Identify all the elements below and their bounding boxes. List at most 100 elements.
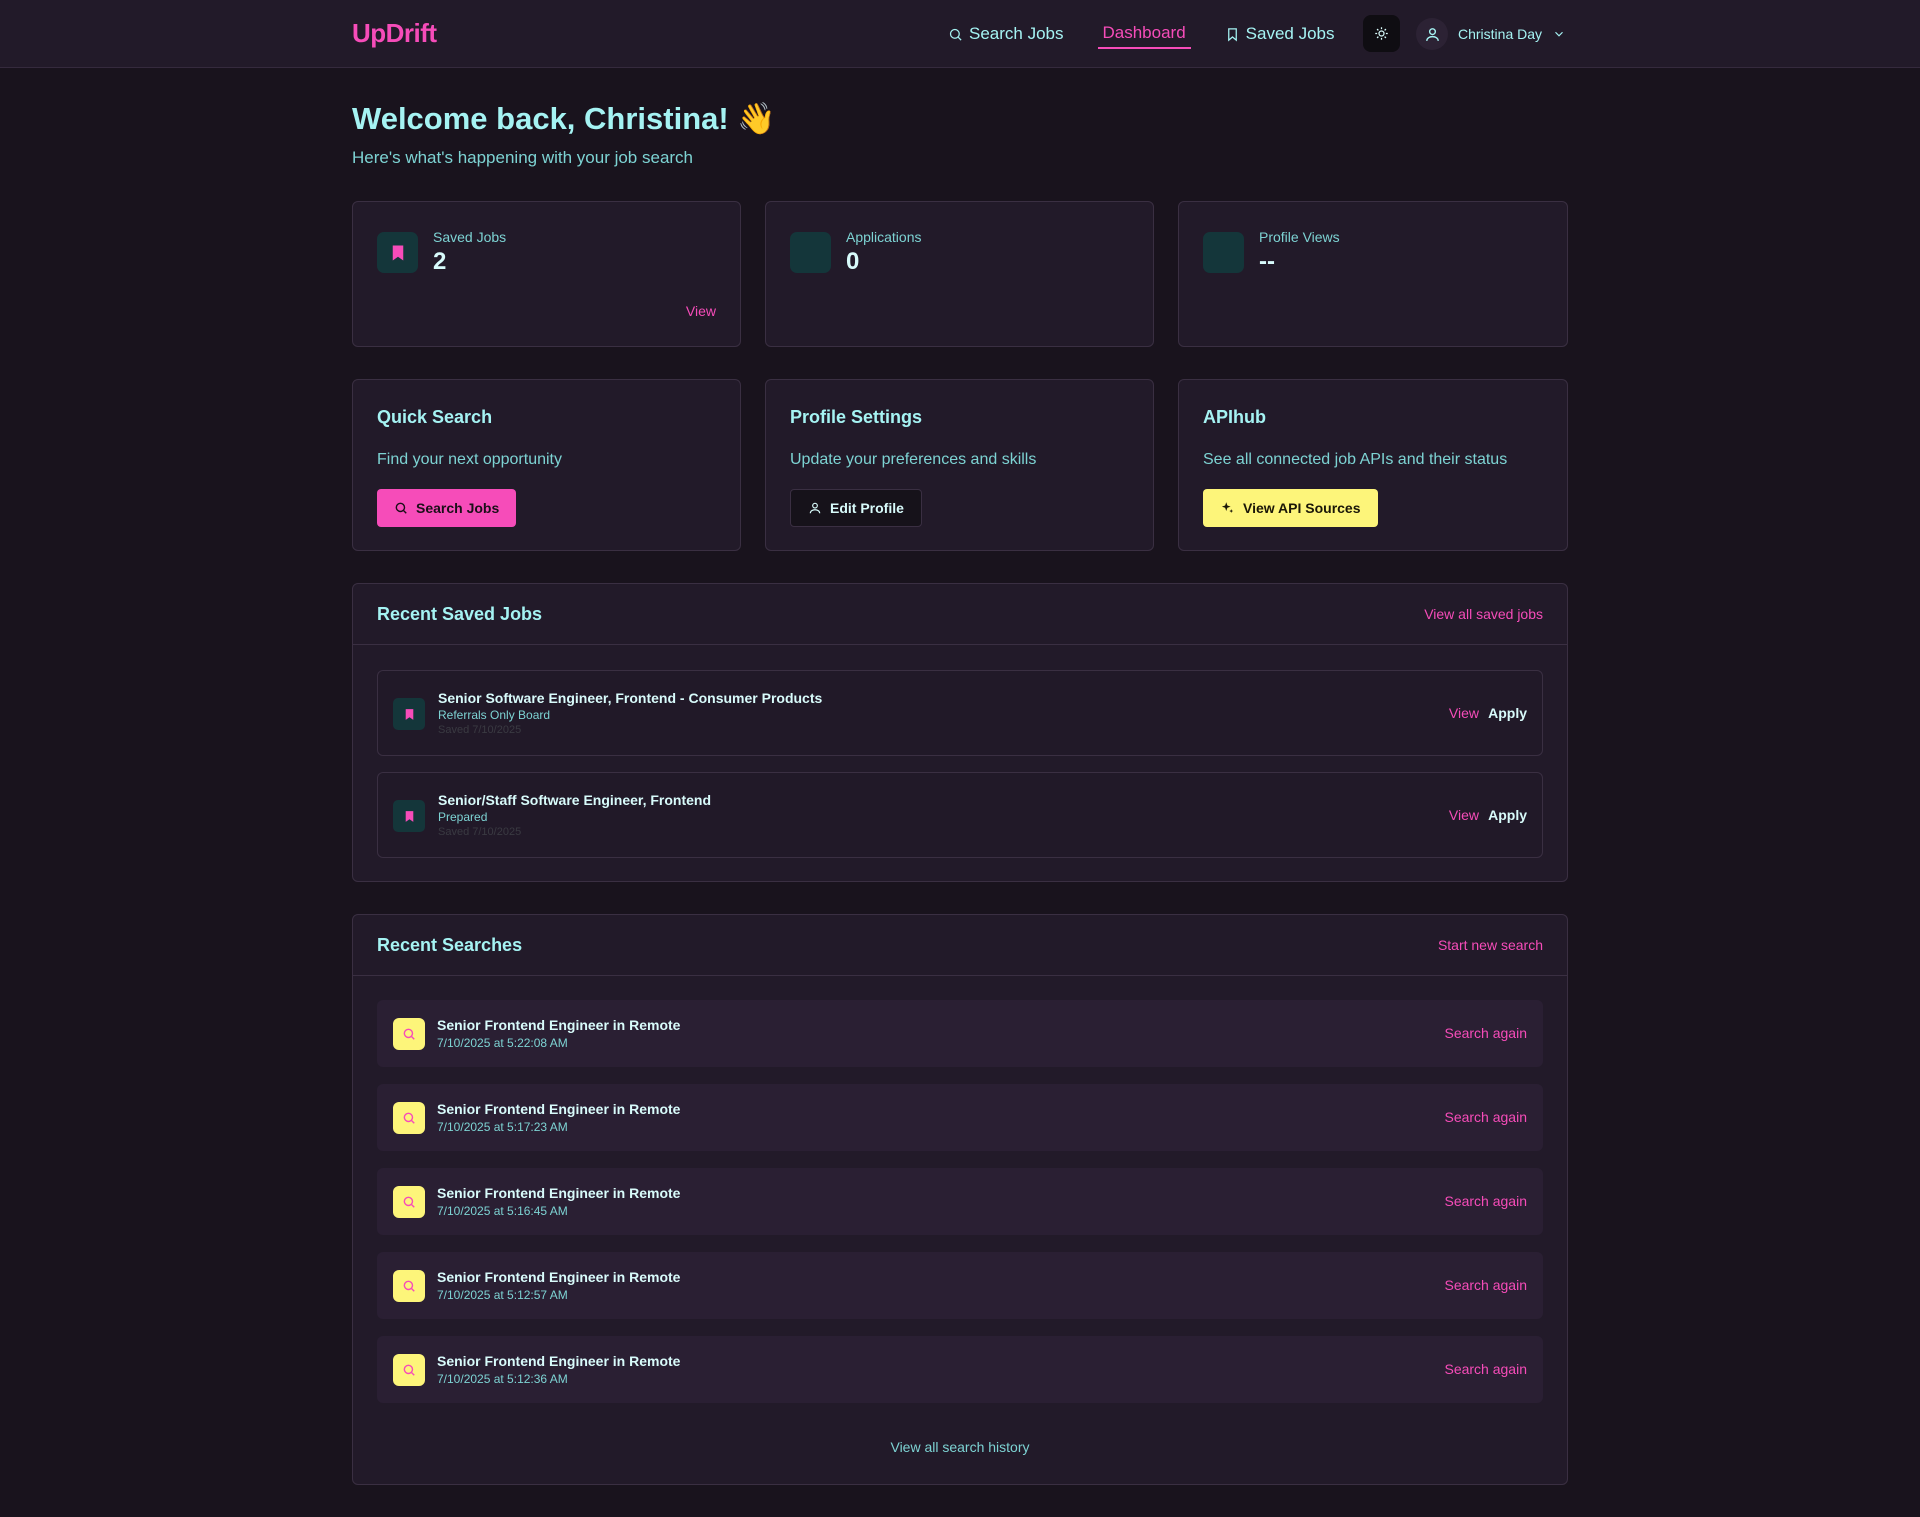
view-job-link[interactable]: View <box>1449 705 1479 721</box>
bookmark-icon <box>392 245 403 260</box>
avatar <box>1416 18 1448 50</box>
search-icon-box <box>393 1354 425 1386</box>
top-navigation-bar: UpDrift Search Jobs Dashboard Saved Jobs… <box>0 0 1920 68</box>
button-label: View API Sources <box>1243 500 1361 516</box>
recent-search-row[interactable]: Senior Frontend Engineer in Remote 7/10/… <box>377 1252 1543 1319</box>
saved-job-row[interactable]: Senior Software Engineer, Frontend - Con… <box>377 670 1543 756</box>
apihub-card: APIhub See all connected job APIs and th… <box>1178 379 1568 551</box>
search-jobs-button[interactable]: Search Jobs <box>377 489 517 527</box>
nav-saved-jobs-label: Saved Jobs <box>1245 24 1335 43</box>
quick-search-card: Quick Search Find your next opportunity … <box>352 379 741 551</box>
bookmark-icon <box>405 810 413 822</box>
card-description: See all connected job APIs and their sta… <box>1203 451 1508 468</box>
chevron-down-icon <box>1555 31 1563 37</box>
apply-job-link[interactable]: Apply <box>1488 807 1527 823</box>
view-all-saved-jobs-link[interactable]: View all saved jobs <box>1424 606 1543 622</box>
search-icon-box <box>393 1102 425 1134</box>
job-title: Senior/Staff Software Engineer, Frontend <box>438 792 712 808</box>
nav-search-jobs-label: Search Jobs <box>969 24 1064 43</box>
search-query: Senior Frontend Engineer in Remote <box>437 1353 681 1369</box>
page-title: Welcome back, Christina! 👋 <box>352 101 776 136</box>
card-description: Update your preferences and skills <box>790 451 1037 468</box>
job-company: Referrals Only Board <box>438 708 551 722</box>
search-again-link[interactable]: Search again <box>1444 1109 1527 1125</box>
search-icon <box>403 1028 415 1040</box>
recent-search-row[interactable]: Senior Frontend Engineer in Remote 7/10/… <box>377 1000 1543 1067</box>
button-label: Search Jobs <box>416 500 500 516</box>
sparkles-icon <box>1221 501 1234 513</box>
start-new-search-link[interactable]: Start new search <box>1438 937 1543 953</box>
card-title: Profile Settings <box>790 407 923 427</box>
card-title: APIhub <box>1203 407 1266 427</box>
search-icon <box>403 1364 415 1376</box>
recent-search-row[interactable]: Senior Frontend Engineer in Remote 7/10/… <box>377 1336 1543 1403</box>
search-query: Senior Frontend Engineer in Remote <box>437 1185 681 1201</box>
recent-saved-jobs-section: Recent Saved Jobs View all saved jobs Se… <box>352 583 1568 882</box>
apply-job-link[interactable]: Apply <box>1488 705 1527 721</box>
user-icon <box>1425 27 1439 41</box>
recent-search-row[interactable]: Senior Frontend Engineer in Remote 7/10/… <box>377 1168 1543 1235</box>
nav-saved-jobs[interactable]: Saved Jobs <box>1225 19 1335 49</box>
search-icon-box <box>393 1186 425 1218</box>
job-saved-date: Saved 7/10/2025 <box>438 826 522 838</box>
search-icon <box>403 1280 415 1292</box>
view-saved-jobs-link[interactable]: View <box>686 303 716 319</box>
main-nav: Search Jobs Dashboard Saved Jobs <box>948 0 1369 68</box>
stat-card-applications: Applications 0 <box>765 201 1154 347</box>
search-icon <box>403 1112 415 1124</box>
stat-label: Saved Jobs <box>433 229 507 245</box>
search-timestamp: 7/10/2025 at 5:16:45 AM <box>437 1204 568 1218</box>
section-title: Recent Searches <box>377 935 523 955</box>
search-icon-box <box>393 1018 425 1050</box>
nav-dashboard[interactable]: Dashboard <box>1097 19 1191 49</box>
saved-job-row[interactable]: Senior/Staff Software Engineer, Frontend… <box>377 772 1543 858</box>
view-api-sources-button[interactable]: View API Sources <box>1203 489 1378 527</box>
view-job-link[interactable]: View <box>1449 807 1479 823</box>
section-header: Recent Searches Start new search <box>353 915 1567 976</box>
stat-icon-box <box>377 232 418 273</box>
stat-card-profile-views: Profile Views -- <box>1178 201 1568 347</box>
edit-profile-button[interactable]: Edit Profile <box>790 489 922 527</box>
profile-settings-card: Profile Settings Update your preferences… <box>765 379 1154 551</box>
job-saved-date: Saved 7/10/2025 <box>438 724 522 736</box>
stat-value: -- <box>1259 248 1275 275</box>
search-query: Senior Frontend Engineer in Remote <box>437 1101 681 1117</box>
search-icon <box>403 1196 415 1208</box>
bookmark-icon <box>405 708 413 720</box>
user-icon <box>809 502 821 514</box>
nav-dashboard-label: Dashboard <box>1102 23 1186 42</box>
search-query: Senior Frontend Engineer in Remote <box>437 1017 681 1033</box>
button-label: Edit Profile <box>830 500 904 516</box>
view-all-search-history-link[interactable]: View all search history <box>353 1439 1567 1455</box>
app-logo[interactable]: UpDrift <box>352 18 437 49</box>
job-company: Prepared <box>438 810 488 824</box>
stat-value: 2 <box>433 248 447 275</box>
search-icon-box <box>393 1270 425 1302</box>
job-title: Senior Software Engineer, Frontend - Con… <box>438 690 823 706</box>
stat-value: 0 <box>846 248 860 275</box>
search-again-link[interactable]: Search again <box>1444 1277 1527 1293</box>
search-again-link[interactable]: Search again <box>1444 1193 1527 1209</box>
card-title: Quick Search <box>377 407 493 427</box>
nav-search-jobs[interactable]: Search Jobs <box>948 19 1064 49</box>
user-name: Christina Day <box>1458 26 1543 42</box>
search-timestamp: 7/10/2025 at 5:12:36 AM <box>437 1372 568 1386</box>
search-timestamp: 7/10/2025 at 5:22:08 AM <box>437 1036 568 1050</box>
stat-label: Profile Views <box>1259 229 1340 245</box>
search-timestamp: 7/10/2025 at 5:12:57 AM <box>437 1288 568 1302</box>
section-title: Recent Saved Jobs <box>377 604 543 624</box>
bookmark-icon <box>1227 27 1237 41</box>
page-subtitle: Here's what's happening with your job se… <box>352 148 694 167</box>
stat-icon-box <box>1203 232 1244 273</box>
search-again-link[interactable]: Search again <box>1444 1361 1527 1377</box>
user-menu[interactable]: Christina Day <box>1416 18 1566 50</box>
sun-icon <box>1375 27 1388 40</box>
search-timestamp: 7/10/2025 at 5:17:23 AM <box>437 1120 568 1134</box>
stat-icon-box <box>790 232 831 273</box>
job-icon-box <box>393 698 425 730</box>
search-again-link[interactable]: Search again <box>1444 1025 1527 1041</box>
section-header: Recent Saved Jobs View all saved jobs <box>353 584 1567 645</box>
theme-toggle-button[interactable] <box>1363 15 1400 52</box>
recent-search-row[interactable]: Senior Frontend Engineer in Remote 7/10/… <box>377 1084 1543 1151</box>
search-query: Senior Frontend Engineer in Remote <box>437 1269 681 1285</box>
